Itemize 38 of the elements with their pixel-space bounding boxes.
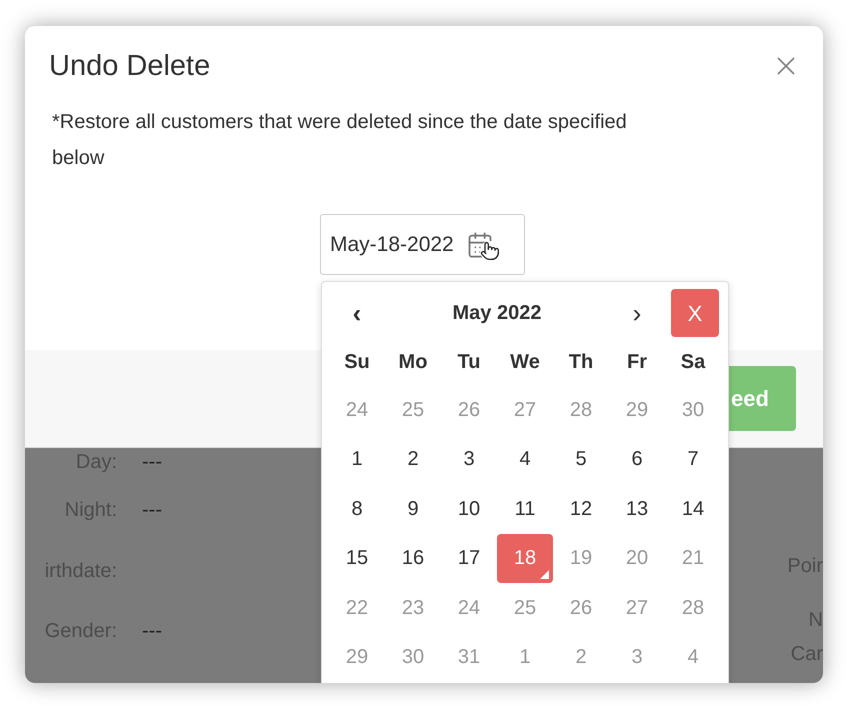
day-cell[interactable]: 4: [497, 434, 553, 484]
day-cell[interactable]: 3: [441, 434, 497, 484]
day-cell[interactable]: 1: [329, 434, 385, 484]
day-cell[interactable]: 11: [497, 484, 553, 534]
day-cell[interactable]: 12: [553, 484, 609, 534]
day-cell[interactable]: 14: [665, 484, 721, 534]
day-cell[interactable]: 9: [385, 484, 441, 534]
day-cell[interactable]: 16: [385, 534, 441, 583]
weekday-label: Sa: [680, 350, 706, 375]
corner-mark-icon: [540, 570, 549, 579]
previous-month-button[interactable]: ‹: [329, 294, 385, 332]
day-cell[interactable]: 8: [329, 484, 385, 534]
field-value: ---: [142, 498, 162, 523]
day-cell[interactable]: 10: [441, 484, 497, 534]
date-field[interactable]: May-18-2022: [320, 214, 525, 275]
proceed-button[interactable]: eed: [729, 366, 796, 431]
day-cell[interactable]: 17: [441, 534, 497, 583]
day-cell[interactable]: 13: [609, 484, 665, 534]
month-title: May 2022: [452, 301, 542, 326]
day-cell[interactable]: 6: [609, 434, 665, 484]
field-value: ---: [142, 619, 162, 644]
day-cell[interactable]: 2: [385, 434, 441, 484]
dialog-title: Undo Delete: [49, 49, 210, 84]
weekday-label: We: [509, 350, 541, 375]
instruction-text: *Restore all customers that were deleted since the date specified below: [52, 110, 628, 171]
day-cell[interactable]: 15: [329, 534, 385, 583]
field-value: ---: [142, 450, 162, 475]
weekday-label: Th: [568, 350, 594, 375]
weekday-label: Tu: [456, 350, 482, 375]
hand-cursor-icon: [480, 240, 500, 260]
day-cell[interactable]: 5: [553, 434, 609, 484]
day-cell[interactable]: 7: [665, 434, 721, 484]
day-cell[interactable]: 18: [497, 534, 553, 583]
close-picker-button[interactable]: X: [671, 289, 719, 337]
next-month-button[interactable]: ›: [609, 294, 665, 332]
weekday-label: Fr: [626, 350, 648, 375]
weekday-label: Mo: [398, 350, 428, 375]
weekday-label: Su: [343, 350, 371, 375]
